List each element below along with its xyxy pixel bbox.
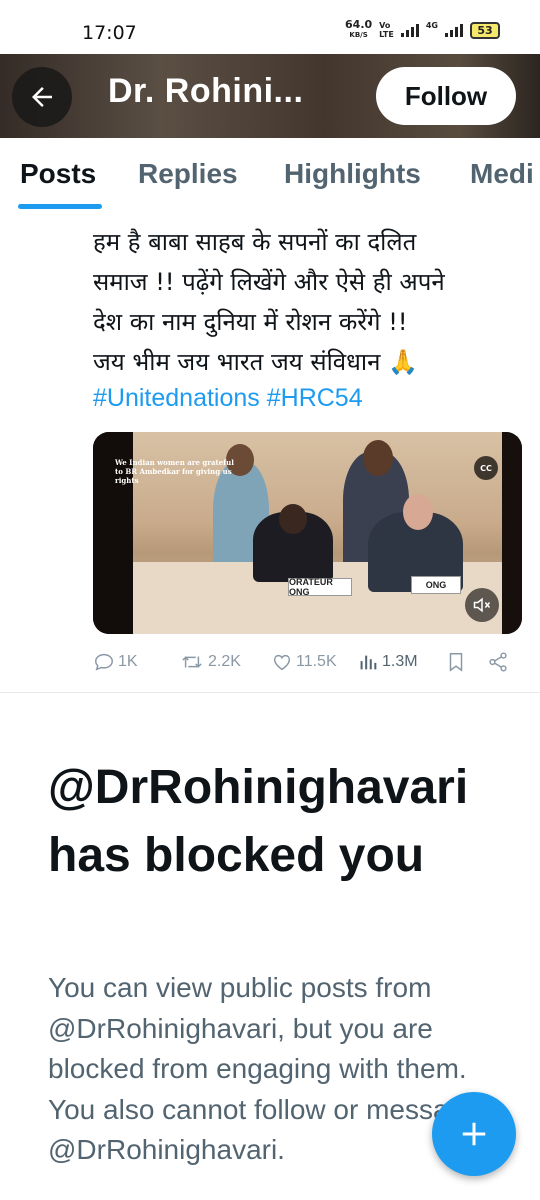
section-divider: [0, 692, 540, 693]
like-button[interactable]: 11.5K: [271, 648, 337, 676]
post-text-line: जय भीम जय भारत जय संविधान 🙏: [93, 348, 418, 376]
post-text-line: हम है बाबा साहब के सपनों का दलित: [93, 228, 417, 256]
follow-button[interactable]: Follow: [376, 67, 516, 125]
reply-button[interactable]: 1K: [93, 648, 138, 676]
cc-icon: CC: [480, 463, 492, 473]
tab-highlights[interactable]: Highlights: [284, 158, 421, 190]
network-speed-value: 64.0: [345, 18, 373, 31]
video-person-head: [403, 494, 433, 530]
post-text-line: देश का नाम दुनिया में रोशन करेंगे !!: [93, 308, 408, 336]
video-speaker-head: [279, 504, 307, 534]
signal-icon-2: [445, 23, 463, 37]
reply-icon: [95, 653, 113, 671]
network-speed-unit: KB/S: [349, 31, 368, 39]
bookmark-icon: [449, 653, 463, 672]
repost-button[interactable]: 2.2K: [179, 648, 241, 676]
status-bar: 17:07 64.0 KB/S Vo LTE 4G 53: [0, 0, 540, 62]
tab-replies[interactable]: Replies: [138, 158, 238, 190]
back-button[interactable]: [12, 67, 72, 127]
video-name-plate: ORATEUR ONG: [288, 577, 352, 597]
compose-button[interactable]: [432, 1092, 516, 1176]
active-tab-indicator: [18, 204, 102, 209]
share-icon: [489, 652, 507, 672]
volte-label-top: Vo: [379, 21, 391, 30]
post-text: हम है बाबा साहब के सपनों का दलित समाज !!…: [93, 222, 513, 382]
post-video[interactable]: ORATEUR ONG ONG We Indian women are grat…: [93, 432, 522, 634]
profile-name-title: Dr. Rohini...: [108, 72, 304, 110]
volte-icon: Vo LTE: [379, 21, 394, 39]
network-type: 4G: [425, 20, 438, 30]
like-count: 11.5K: [296, 653, 337, 670]
post-hashtags[interactable]: #Unitednations #HRC54: [93, 384, 363, 413]
tab-posts[interactable]: Posts: [20, 158, 96, 190]
captions-button[interactable]: CC: [474, 456, 498, 480]
views-count: 1.3M: [382, 653, 418, 670]
share-button[interactable]: [487, 648, 509, 676]
video-caption: We Indian women are grateful to BR Ambed…: [115, 458, 234, 485]
repost-count: 2.2K: [208, 653, 241, 670]
blocked-description: You can view public posts from @DrRohini…: [48, 972, 480, 1165]
status-icons: 64.0 KB/S Vo LTE 4G 53: [345, 18, 500, 40]
post-actions: 1K 2.2K 11.5K 1.3M: [93, 648, 523, 676]
video-letterbox-right: [502, 432, 522, 634]
repost-icon: [182, 656, 202, 668]
mute-button[interactable]: [465, 588, 499, 622]
plus-icon: [462, 1122, 486, 1146]
battery-level: 53: [477, 23, 493, 37]
bookmark-button[interactable]: [445, 648, 467, 676]
status-time: 17:07: [82, 22, 137, 44]
heart-icon: [273, 654, 291, 671]
volte-label-bottom: LTE: [379, 30, 394, 39]
profile-tabs: Posts Replies Highlights Medi: [0, 138, 540, 212]
arrow-left-icon: [32, 87, 52, 107]
blocked-title: @DrRohinighavari has blocked you: [48, 761, 469, 882]
profile-header: Dr. Rohini... Follow: [0, 54, 540, 138]
tab-media[interactable]: Medi: [470, 158, 534, 190]
post-text-line: समाज !! पढ़ेंगे लिखेंगे और ऐसे ही अपने: [93, 268, 445, 296]
views-chart-icon: [360, 655, 377, 670]
volume-muted-icon: [473, 597, 491, 613]
video-name-plate: ONG: [411, 576, 461, 594]
views-button[interactable]: 1.3M: [357, 648, 418, 676]
network-speed: 64.0 KB/S: [345, 18, 373, 40]
battery-icon: 53: [470, 21, 500, 39]
video-person-head: [363, 440, 393, 476]
signal-icon: [400, 23, 419, 37]
reply-count: 1K: [118, 653, 138, 670]
